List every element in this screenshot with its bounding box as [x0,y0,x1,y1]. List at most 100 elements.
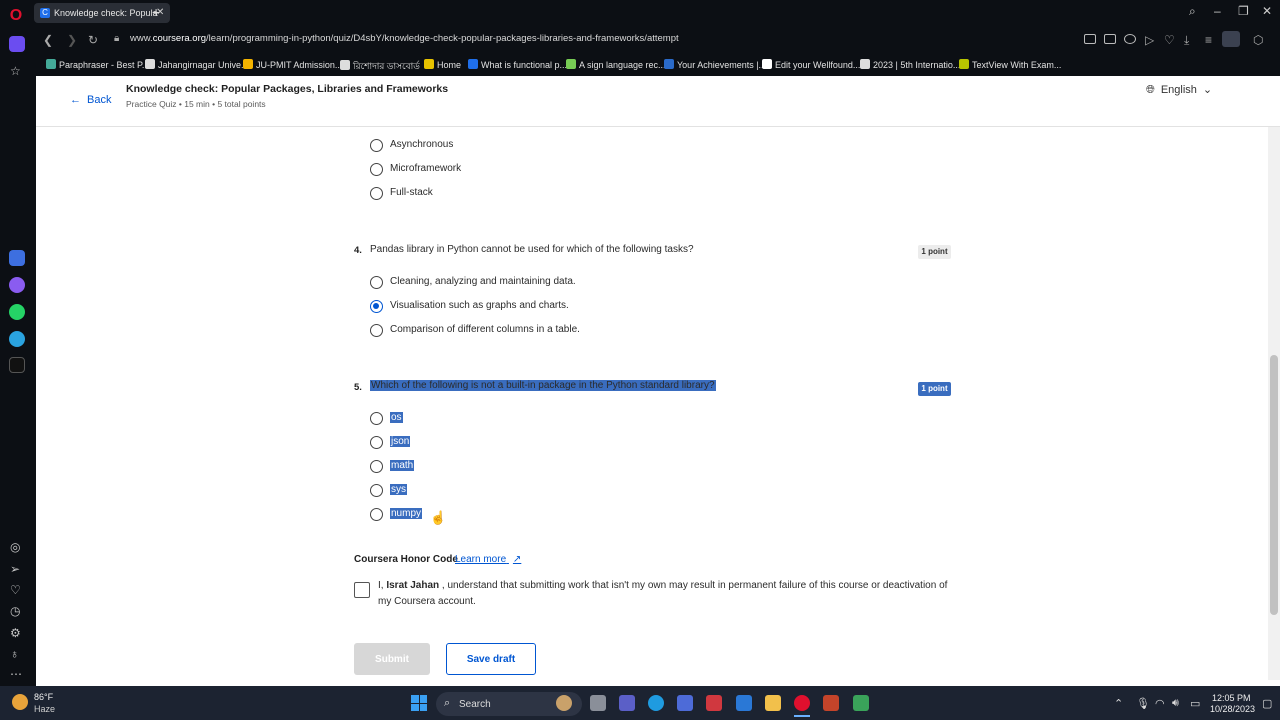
tiktok-icon[interactable] [9,357,25,373]
taskbar-search-label: Search [459,699,491,710]
tab-title: Knowledge check: Popula [54,8,158,18]
url-host: coursera.org [152,33,207,44]
powerpoint-icon[interactable] [823,695,839,711]
notification-icon[interactable]: ▢ [1262,697,1272,710]
shield-icon[interactable] [1124,34,1136,44]
submit-button[interactable]: Submit [354,643,430,675]
radio-button[interactable] [370,508,383,521]
browser-tab-active[interactable]: C Knowledge check: Popula ✕ [34,3,170,23]
star-icon [959,59,969,69]
messenger-icon[interactable] [9,277,25,293]
radio-button[interactable] [370,460,383,473]
wellfound-icon [762,59,772,69]
learn-more-link[interactable]: Learn more ↗ [455,554,521,565]
opera-logo-icon[interactable]: O [6,6,26,26]
download-icon[interactable]: ⤓ [1184,33,1189,48]
reload-icon[interactable]: ↻ [88,33,98,47]
bookmark-item[interactable]: রিশোদার ডাসবোর্ড [340,59,420,74]
player-icon[interactable]: ◎ [10,540,20,554]
radio-button[interactable] [370,187,383,200]
scrollbar-thumb[interactable] [1270,355,1278,615]
windows-start-icon[interactable] [411,695,427,711]
pinboard-icon[interactable]: ☆ [10,64,21,78]
hand-cursor-icon: ☝ [430,510,447,525]
task-view-icon[interactable] [590,695,606,711]
send-icon[interactable] [1084,34,1096,44]
radio-button[interactable] [370,163,383,176]
language-selector[interactable]: 🌐︎ English ⌄ [1146,83,1212,97]
external-link-icon: ↗ [512,554,522,565]
bookmark-item[interactable]: A sign language rec... [566,59,666,70]
history-icon[interactable]: ◷ [10,604,20,618]
active-app-indicator [794,715,810,717]
aria-icon[interactable] [9,250,25,266]
new-tab-icon[interactable]: + [152,4,160,20]
url-prefix: www. [130,33,153,44]
bookmark-item[interactable]: Jahangirnagar Unive... [145,59,249,70]
chevron-up-icon[interactable]: ⌃ [1114,697,1123,710]
app-grid-icon[interactable] [706,695,722,711]
bookmark-page-icon [145,59,155,69]
weather-icon[interactable] [12,694,28,710]
back-nav-icon[interactable]: ❮ [43,33,53,47]
forward-nav-icon[interactable]: ❯ [67,33,77,47]
camera-icon[interactable] [1104,34,1116,44]
home-icon[interactable] [9,36,25,52]
menu-icon[interactable]: ≡ [1205,33,1212,47]
bookmark-item[interactable]: 2023 | 5th Internatio... [860,59,960,70]
more-icon[interactable]: ⋯ [10,667,22,681]
url-path: /learn/programming-in-python/quiz/D4sbY/… [206,33,679,44]
settings-icon[interactable]: ⚙ [10,626,21,640]
radio-button[interactable] [370,139,383,152]
heart-icon[interactable]: ♡ [1164,33,1175,47]
radio-button[interactable] [370,412,383,425]
telegram-icon[interactable] [9,331,25,347]
honor-code-checkbox[interactable] [354,582,370,598]
radio-button[interactable] [370,324,383,337]
bookmark-item[interactable]: Home [424,59,461,70]
url-field[interactable]: www.coursera.org/learn/programming-in-py… [130,33,679,44]
bookmark-item[interactable]: What is functional p... [468,59,567,70]
window-close-icon[interactable]: ✕ [1262,4,1272,18]
learner-name: Israt Jahan [386,580,440,591]
lock-icon[interactable]: 🔒︎ [114,33,119,44]
bookmark-item[interactable]: JU-PMIT Admission... [243,59,342,70]
send-icon[interactable]: ➢ [10,562,20,576]
mail-icon[interactable] [736,695,752,711]
restore-icon[interactable]: ❐ [1238,4,1249,18]
weather-description: Haze [34,704,56,714]
clock-time[interactable]: 12:05 PM [1212,693,1251,703]
profile-icon[interactable] [1222,31,1240,47]
bookmark-item[interactable]: Your Achievements |... [664,59,766,70]
bookmark-favicon-icon [566,59,576,69]
extensions-icon[interactable]: ⬡ [1253,33,1263,47]
bookmark-item[interactable]: Edit your Wellfound... [762,59,860,70]
teams-icon[interactable] [619,695,635,711]
clock-date[interactable]: 10/28/2023 [1210,704,1255,714]
bookmark-favicon-icon [46,59,56,69]
minimize-icon[interactable]: – [1214,4,1221,18]
battery-icon[interactable]: ▭ [1190,697,1200,710]
whatsapp-icon[interactable] [9,304,25,320]
radio-button-checked[interactable] [370,300,383,313]
edge-icon[interactable] [648,695,664,711]
search-tabs-icon[interactable]: ⌕ [1189,4,1196,19]
heart-icon[interactable]: ♡ [10,583,21,597]
microphone-icon[interactable]: 🎙︎ [1136,697,1150,710]
wifi-icon[interactable]: ◠ [1155,697,1165,710]
save-draft-button[interactable]: Save draft [446,643,536,675]
bookmark-item[interactable]: Paraphraser - Best P... [46,59,149,70]
speaker-icon[interactable]: 🔊︎ [1172,697,1179,710]
lightbulb-icon[interactable]: ♁ [10,647,19,661]
file-explorer-icon[interactable] [765,695,781,711]
pycharm-icon[interactable] [853,695,869,711]
radio-button[interactable] [370,436,383,449]
bookmark-item[interactable]: TextView With Exam... [959,59,1061,70]
radio-button[interactable] [370,484,383,497]
opera-taskbar-icon[interactable] [794,695,810,711]
page-title: Knowledge check: Popular Packages, Libra… [126,83,449,95]
play-icon[interactable]: ▷ [1145,33,1154,47]
back-button[interactable]: ← Back [70,94,111,106]
store-icon[interactable] [677,695,693,711]
radio-button[interactable] [370,276,383,289]
